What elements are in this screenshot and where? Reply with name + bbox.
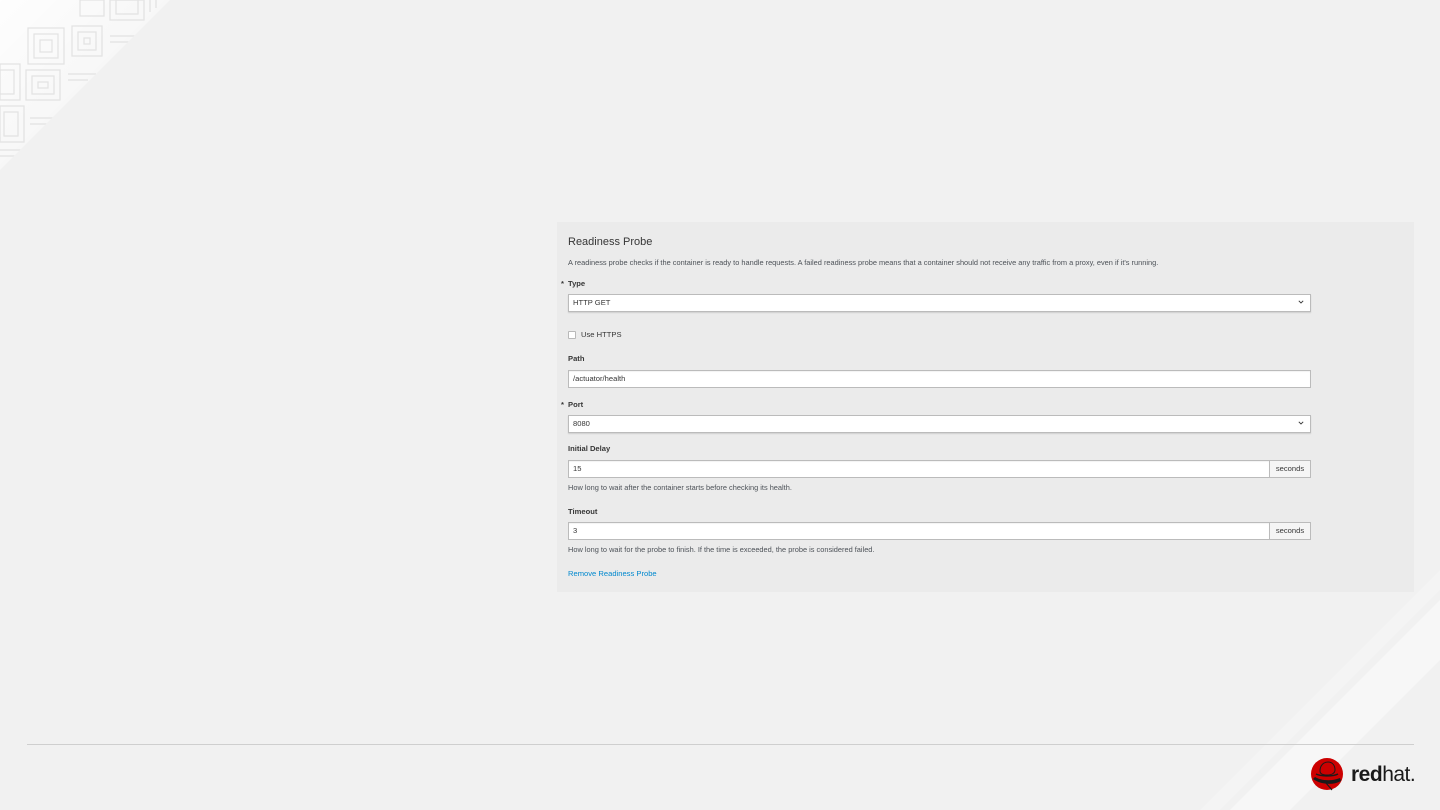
port-select[interactable]: 8080	[568, 415, 1311, 433]
footer-divider	[27, 744, 1414, 745]
required-marker: *	[561, 279, 564, 288]
port-label: * Port	[561, 400, 584, 409]
path-label-text: Path	[568, 354, 585, 363]
logo-text-light: hat.	[1382, 763, 1416, 786]
path-input-value: /actuator/health	[573, 374, 626, 383]
type-label-text: Type	[568, 279, 586, 288]
redhat-logo: redhat.	[1310, 757, 1420, 793]
initial-delay-label-text: Initial Delay	[568, 444, 611, 453]
initial-delay-unit: seconds	[1269, 460, 1311, 478]
readiness-probe-panel: Readiness Probe A readiness probe checks…	[557, 222, 1414, 592]
chevron-down-icon	[1298, 421, 1304, 425]
panel-title: Readiness Probe	[568, 236, 653, 248]
timeout-label-text: Timeout	[568, 507, 598, 516]
initial-delay-label: Initial Delay	[568, 444, 610, 453]
initial-delay-help: How long to wait after the container sta…	[568, 483, 792, 492]
port-select-value: 8080	[573, 419, 590, 428]
initial-delay-value: 15	[573, 464, 582, 473]
use-https-label[interactable]: Use HTTPS	[581, 330, 622, 339]
type-select[interactable]: HTTP GET	[568, 294, 1311, 312]
timeout-input[interactable]: 3	[568, 522, 1270, 540]
path-label: Path	[568, 354, 584, 363]
remove-readiness-probe-link[interactable]: Remove Readiness Probe	[568, 569, 657, 578]
panel-description: A readiness probe checks if the containe…	[568, 258, 1159, 267]
required-marker: *	[561, 400, 564, 409]
redhat-wordmark: redhat.	[1351, 763, 1416, 787]
type-select-value: HTTP GET	[573, 298, 611, 307]
decorative-pattern	[0, 0, 200, 180]
slide: Readiness Probe A readiness probe checks…	[0, 0, 1440, 810]
timeout-value: 3	[573, 526, 578, 535]
redhat-shadowman-icon	[1311, 758, 1343, 791]
use-https-checkbox[interactable]	[568, 331, 576, 339]
initial-delay-input[interactable]: 15	[568, 460, 1270, 478]
timeout-help: How long to wait for the probe to finish…	[568, 545, 875, 554]
port-label-text: Port	[568, 400, 584, 409]
chevron-down-icon	[1298, 300, 1304, 304]
timeout-label: Timeout	[568, 507, 597, 516]
type-label: * Type	[561, 279, 586, 288]
path-input[interactable]: /actuator/health	[568, 370, 1311, 388]
timeout-unit: seconds	[1269, 522, 1311, 540]
logo-text-bold: red	[1351, 763, 1383, 786]
